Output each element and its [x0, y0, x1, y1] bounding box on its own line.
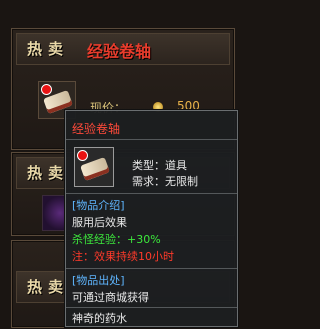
divider: [66, 307, 237, 308]
card-title: 经验卷轴: [87, 42, 152, 61]
scroll-icon: [80, 157, 110, 181]
red-dot-icon: [41, 84, 52, 95]
source-line: 可通过商城获得: [72, 291, 149, 304]
item-tooltip: 经验卷轴 类型：道具 需求：无限制 [物品介绍] 服用后效果 杀怪经验：+30%…: [65, 110, 238, 327]
tooltip-item-icon: [74, 147, 114, 187]
hot-sale-label: 热卖: [27, 278, 70, 296]
divider: [66, 193, 237, 194]
item-type: 类型：道具: [132, 159, 187, 172]
hot-sale-label: 热卖: [27, 40, 70, 58]
red-dot-icon: [77, 150, 88, 161]
divider: [66, 268, 237, 269]
source-header: [物品出处]: [72, 274, 125, 287]
tooltip-footer: 神奇的药水: [72, 312, 127, 325]
intro-line: 服用后效果: [72, 216, 127, 229]
card-header: 热卖 经验卷轴: [16, 33, 230, 65]
item-requirement: 需求：无限制: [132, 175, 198, 188]
tooltip-title: 经验卷轴: [72, 122, 121, 136]
divider: [66, 139, 237, 140]
note-line: 注：效果持续10小时: [72, 250, 174, 263]
hot-sale-label: 热卖: [27, 164, 70, 182]
intro-header: [物品介绍]: [72, 199, 125, 212]
effect-line: 杀怪经验：+30%: [72, 233, 161, 246]
